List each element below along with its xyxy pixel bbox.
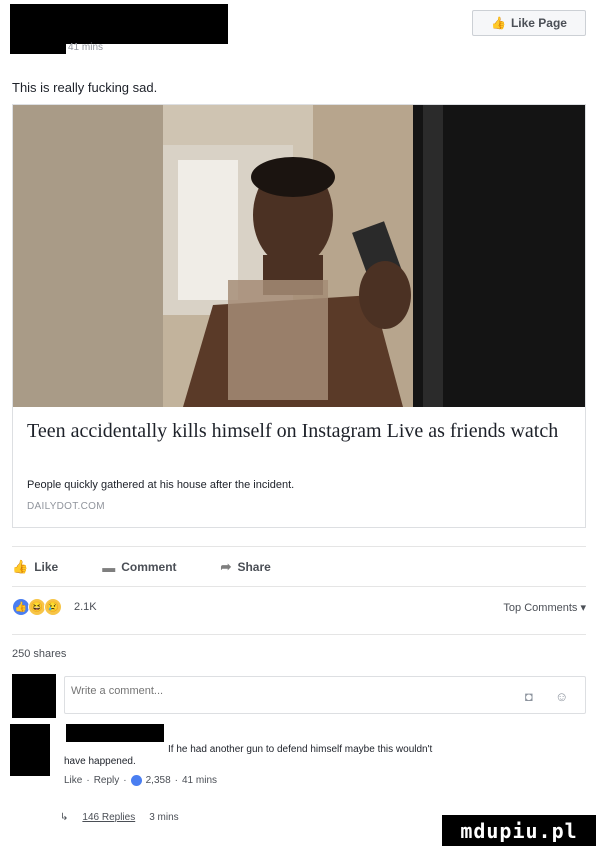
emoji-icon[interactable]: ☺ [555, 689, 568, 704]
like-badge-icon [130, 775, 142, 786]
reactions-row: 👍 😆 😢 2.1K Top Comments ▾ [12, 596, 586, 620]
comment-text: If he had another gun to defend himself … [168, 744, 433, 755]
comment-composer[interactable]: ◘ ☺ [64, 676, 586, 714]
comment-time[interactable]: 41 mins [182, 775, 217, 786]
comment-like-count[interactable]: 2,358 [146, 775, 171, 786]
comment-meta: Like · Reply · 2,358 · 41 mins [64, 775, 217, 786]
reply-arrow-icon: ↳ [60, 812, 69, 823]
link-description: People quickly gathered at his house aft… [27, 479, 295, 491]
replies-time: 3 mins [149, 812, 179, 823]
author-name-redacted[interactable] [10, 4, 228, 44]
top-comments-dropdown[interactable]: Top Comments ▾ [503, 601, 586, 614]
comment-reply-link[interactable]: Reply [94, 775, 120, 786]
separator: · [174, 775, 178, 786]
comment-icon: ▬ [102, 559, 116, 575]
divider [12, 586, 586, 587]
reaction-icons[interactable]: 👍 😆 😢 [12, 598, 62, 616]
shares-count[interactable]: 250 shares [12, 648, 66, 660]
like-button[interactable]: 👍 Like [12, 559, 58, 575]
comment-input[interactable] [71, 685, 471, 697]
like-label: Like [34, 560, 59, 574]
separator: · [86, 775, 90, 786]
divider [12, 634, 586, 635]
photo-illustration [13, 105, 585, 407]
share-button[interactable]: ➦ Share [221, 559, 271, 575]
commenter-name-redacted[interactable] [66, 724, 164, 742]
comment-button[interactable]: ▬ Comment [102, 560, 176, 575]
comment-label: Comment [121, 560, 177, 574]
post-timestamp[interactable]: 41 mins [68, 42, 103, 53]
thumbs-up-icon: 👍 [12, 559, 29, 574]
top-comments-label: Top Comments [503, 602, 578, 614]
commenter-avatar[interactable] [10, 724, 50, 776]
viewer-avatar [12, 674, 56, 718]
chevron-down-icon: ▾ [580, 602, 586, 614]
sad-reaction-icon: 😢 [44, 598, 62, 616]
watermark: mdupiu.pl [442, 815, 596, 846]
divider [12, 546, 586, 547]
post-header: 41 mins 👍 Like Page [0, 0, 600, 70]
camera-icon[interactable]: ◘ [525, 689, 533, 704]
comment-text-continued: have happened. [64, 756, 136, 767]
view-replies-link[interactable]: 146 Replies [82, 812, 135, 823]
replies-row: ↳ 146 Replies 3 mins [60, 812, 179, 823]
like-page-label: Like Page [510, 16, 567, 30]
like-page-button[interactable]: 👍 Like Page [472, 10, 586, 36]
link-preview-image[interactable] [13, 105, 585, 407]
thumbs-up-icon: 👍 [491, 16, 506, 30]
comment-like-link[interactable]: Like [64, 775, 82, 786]
share-arrow-icon: ➦ [220, 559, 232, 574]
post-text: This is really fucking sad. [12, 80, 158, 95]
link-preview-card[interactable]: Teen accidentally kills himself on Insta… [12, 104, 586, 528]
link-title[interactable]: Teen accidentally kills himself on Insta… [27, 419, 567, 443]
link-domain: DAILYDOT.COM [27, 501, 105, 512]
separator: · [123, 775, 127, 786]
action-bar: 👍 Like ▬ Comment ➦ Share [12, 552, 586, 582]
reaction-count[interactable]: 2.1K [74, 601, 97, 613]
share-label: Share [237, 560, 271, 574]
